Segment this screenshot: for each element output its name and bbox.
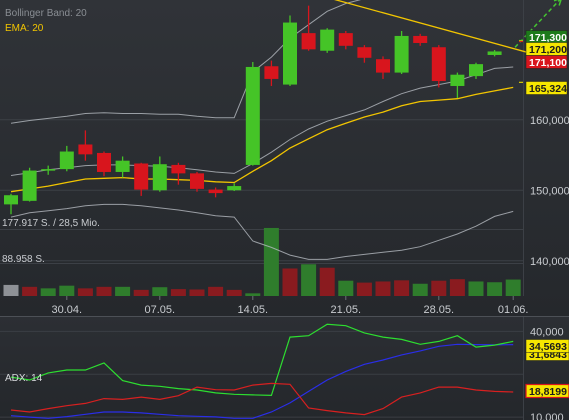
volume-bar — [375, 281, 391, 296]
volume-bar — [449, 279, 465, 296]
volume-bar — [487, 282, 503, 296]
ema-legend: EMA: 20 — [5, 23, 44, 34]
volume-bar — [263, 227, 279, 296]
volume-bar — [208, 286, 224, 296]
candle-body — [376, 59, 390, 73]
adx-value-label: 34,5693 — [529, 341, 567, 353]
volume-bar — [115, 286, 131, 296]
volume-bar — [3, 284, 19, 296]
volume-bar — [301, 264, 317, 296]
volume-bar — [245, 293, 261, 296]
price-badges: 171,300171,200171,100 165,324 — [519, 30, 568, 95]
volume-bar — [431, 280, 447, 296]
date-tick-label: 21.05. — [331, 304, 362, 316]
volume-bar — [170, 289, 186, 296]
volume-bar — [282, 268, 298, 296]
volume-bar — [356, 282, 372, 296]
adx-tick-label: 10,000 — [530, 412, 564, 420]
date-tick-label: 28.05. — [424, 304, 455, 316]
candle-body — [208, 189, 223, 194]
date-tick-label: 14.05. — [238, 304, 269, 316]
candle-body — [338, 33, 353, 46]
candle-body — [22, 170, 37, 201]
price-badge-label: 171,200 — [529, 44, 567, 56]
candle-body — [97, 152, 111, 172]
candle-body — [413, 35, 428, 43]
volume-bar — [77, 288, 93, 296]
candle-body — [227, 186, 242, 191]
candle-body — [487, 51, 502, 55]
date-tick-label: 07.05. — [145, 304, 176, 316]
bollinger-legend: Bollinger Band: 20 — [5, 8, 87, 19]
price-badge-label: 165,324 — [529, 83, 567, 95]
candle-body — [431, 47, 446, 82]
adx-value-label: 18,8199 — [529, 386, 567, 398]
volume-mid-label: 88.958 S. — [2, 254, 45, 265]
volume-bar — [22, 286, 38, 296]
volume-bar — [59, 285, 75, 296]
price-badge-label: 171,100 — [529, 57, 567, 69]
volume-bar — [226, 289, 242, 296]
candle-body — [469, 64, 483, 77]
candle-body — [115, 160, 130, 172]
date-tick-label: 01.06. — [498, 304, 529, 316]
volume-bar — [468, 281, 484, 296]
date-tick-label: 30.04. — [52, 304, 83, 316]
volume-bar — [189, 289, 205, 296]
candle-body — [394, 35, 409, 73]
candle-body — [171, 164, 186, 174]
candle-body — [357, 47, 372, 58]
candle-body — [190, 173, 204, 189]
volume-bar — [319, 267, 335, 296]
candle-body — [134, 163, 149, 190]
adx-legend: ADX: 14 — [5, 373, 43, 384]
adx-tick-label: 40,000 — [530, 326, 564, 338]
chart-canvas: 140,000 150,000 160,000 30.04. 07.05. 14.05.… — [0, 0, 569, 420]
volume-bar — [505, 279, 521, 296]
volume-bar — [96, 286, 112, 296]
candle-body — [78, 144, 93, 155]
price-tick-label: 150,000 — [530, 185, 569, 197]
candle-body — [264, 66, 279, 79]
volume-max-label: 177.917 S. / 28,5 Mio. — [2, 218, 100, 229]
candle-body — [152, 164, 167, 191]
candle-body — [245, 66, 260, 165]
candle-body — [283, 22, 297, 85]
price-tick-label: 140,000 — [530, 256, 569, 268]
candle-body — [301, 33, 316, 50]
candle-body — [4, 195, 18, 205]
price-badge-label: 171,300 — [529, 32, 567, 44]
candle-body — [59, 151, 74, 170]
volume-bar — [412, 283, 428, 296]
volume-bar — [338, 280, 354, 296]
volume-bar — [133, 289, 149, 296]
price-tick-label: 160,000 — [530, 115, 569, 127]
candle-body — [320, 29, 335, 51]
volume-bar — [152, 287, 168, 296]
volume-bar — [394, 280, 410, 296]
candle-body — [41, 169, 56, 171]
candle-body — [450, 74, 465, 86]
volume-bar — [40, 288, 56, 296]
